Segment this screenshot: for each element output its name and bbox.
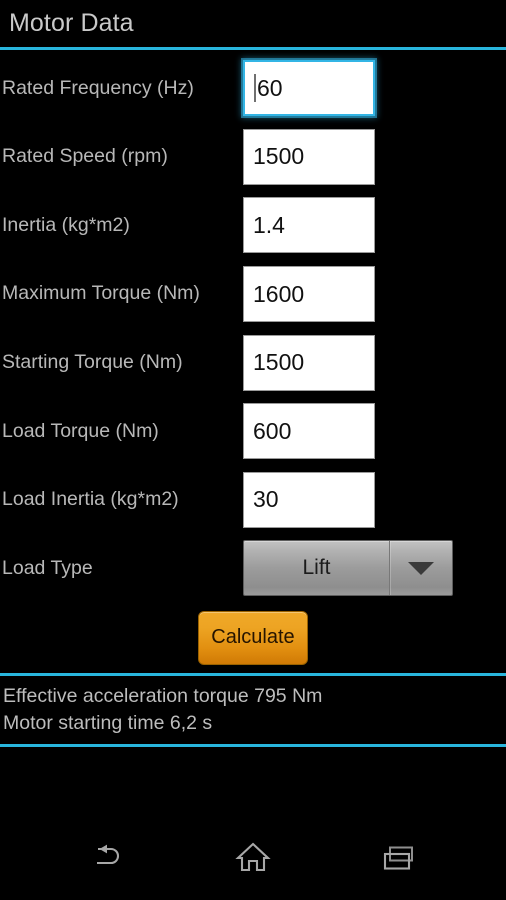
input-starting-torque[interactable]: 1500 [243,334,375,391]
input-value-starting-torque: 1500 [253,349,305,376]
home-icon [234,841,272,875]
input-load-torque[interactable]: 600 [243,403,375,460]
page-title: Motor Data [9,9,134,37]
nav-back-button[interactable] [68,832,146,884]
label-starting-torque: Starting Torque (Nm) [2,350,183,373]
input-rated-speed[interactable]: 1500 [243,128,375,185]
input-rated-frequency[interactable]: 60 [243,60,375,117]
input-value-rated-speed: 1500 [253,143,305,170]
app-screen: Motor Data Rated Frequency (Hz) 60 Rated… [0,0,506,900]
nav-home-button[interactable] [214,832,292,884]
label-load-torque: Load Torque (Nm) [2,419,159,442]
input-value-maximum-torque: 1600 [253,280,305,307]
field-row-rated-speed: Rated Speed (rpm) 1500 [0,123,506,192]
input-value-rated-frequency: 60 [257,74,283,101]
field-row-starting-torque: Starting Torque (Nm) 1500 [0,328,506,397]
results-panel: Effective acceleration torque 795 Nm Mot… [0,676,506,744]
calculate-button-row: Calculate [0,603,506,673]
label-rated-frequency: Rated Frequency (Hz) [2,76,194,99]
android-navigation-bar [0,816,506,900]
label-maximum-torque: Maximum Torque (Nm) [2,282,200,305]
field-row-rated-frequency: Rated Frequency (Hz) 60 [0,54,506,123]
back-icon [87,841,127,875]
field-row-maximum-torque: Maximum Torque (Nm) 1600 [0,260,506,329]
title-bar: Motor Data [0,0,506,47]
empty-area [0,747,506,816]
input-value-load-inertia: 30 [253,486,279,513]
nav-recents-button[interactable] [360,832,438,884]
load-type-selected-value: Lift [302,556,331,580]
input-load-inertia[interactable]: 30 [243,471,375,528]
recents-icon [380,841,418,875]
field-row-load-inertia: Load Inertia (kg*m2) 30 [0,466,506,535]
input-inertia[interactable]: 1.4 [243,197,375,254]
motor-data-form: Rated Frequency (Hz) 60 Rated Speed (rpm… [0,50,506,673]
label-rated-speed: Rated Speed (rpm) [2,145,168,168]
label-inertia: Inertia (kg*m2) [2,213,130,236]
input-value-inertia: 1.4 [253,211,285,238]
calculate-button[interactable]: Calculate [198,610,308,665]
result-effective-acceleration-torque: Effective acceleration torque 795 Nm [3,684,323,707]
result-motor-starting-time: Motor starting time 6,2 s [3,712,213,735]
text-caret [254,74,256,103]
input-value-load-torque: 600 [253,417,292,444]
chevron-down-icon [389,541,452,596]
load-type-spinner[interactable]: Lift [243,540,453,597]
field-row-load-torque: Load Torque (Nm) 600 [0,397,506,466]
label-load-type: Load Type [2,556,93,579]
input-maximum-torque[interactable]: 1600 [243,266,375,323]
label-load-inertia: Load Inertia (kg*m2) [2,488,179,511]
field-row-load-type: Load Type Lift [0,534,506,603]
field-row-inertia: Inertia (kg*m2) 1.4 [0,191,506,260]
